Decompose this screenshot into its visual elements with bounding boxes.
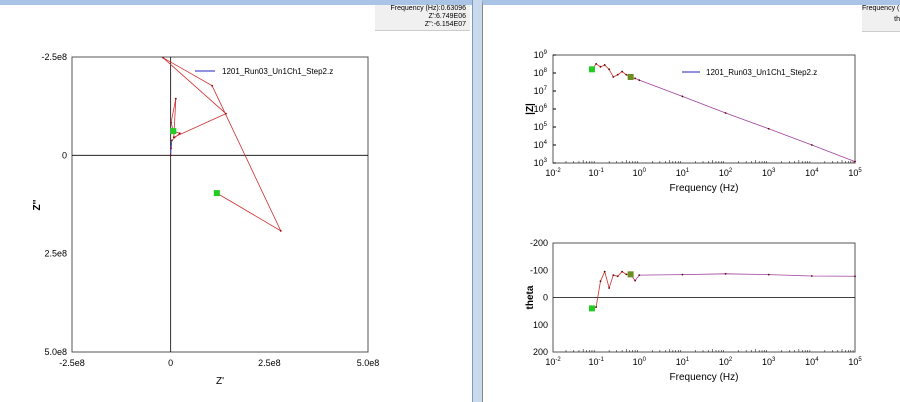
bode-magnitude-xtick-label: 103 (762, 168, 776, 178)
nyquist-point (169, 154, 172, 157)
bode-magnitude-xtick-label: 105 (848, 168, 862, 178)
bode-magnitude-ytick-label: 105 (534, 122, 548, 132)
bode-magnitude-point (767, 127, 770, 130)
bode-phase-ytick-label: 200 (533, 347, 548, 357)
bode-phase-xlabel: Frequency (Hz) (670, 372, 739, 383)
bode-phase-xtick-label: 105 (848, 357, 862, 367)
nyquist-ytick-label: 5.0e8 (44, 347, 67, 357)
bode-magnitude-point (603, 64, 606, 66)
bode-phase-point (681, 273, 684, 276)
bode-phase-ytick-label: 0 (543, 293, 548, 303)
nyquist-xtick-label: 5.0e8 (357, 358, 380, 368)
bode-magnitude-point (810, 144, 813, 146)
nyquist-point (211, 84, 214, 87)
nyquist-point (162, 56, 165, 59)
bode-magnitude-ytick-label: 108 (534, 68, 548, 78)
bode-magnitude-point (638, 79, 641, 82)
nyquist-xlabel: Z' (216, 376, 224, 387)
bode-phase-point (634, 279, 637, 282)
bode-phase-point (621, 270, 624, 273)
bode-phase-ytick-label: 100 (533, 320, 548, 330)
bode-phase-point (854, 275, 856, 278)
nyquist-point (172, 136, 175, 139)
nyquist-cursor-marker (170, 128, 177, 135)
nyquist-point (279, 229, 282, 232)
bode-magnitude-point (854, 160, 856, 163)
nyquist-xtick-label: 0 (168, 358, 173, 368)
bode-magnitude-ytick-label: 107 (534, 86, 548, 96)
nyquist-xtick-label: 2.5e8 (258, 358, 281, 368)
bode-magnitude-ytick-label: 103 (534, 158, 548, 168)
nyquist-ytick-label: -2.5e8 (41, 52, 67, 62)
nyquist-point (225, 112, 227, 115)
bode-phase-ytick-label: -100 (530, 265, 548, 275)
bode-magnitude-xlabel: Frequency (Hz) (670, 183, 739, 194)
bode-magnitude-xtick-label: 101 (676, 168, 690, 178)
bode-phase-point (625, 273, 628, 276)
bode-phase-point (599, 280, 602, 283)
bode-magnitude-point (608, 68, 611, 71)
bode-phase-point (595, 306, 598, 308)
bode-magnitude-point (612, 76, 615, 78)
bode-phase-ylabel: theta (525, 285, 536, 309)
plots: -2.5e8 -2.5e8 0 0 2.5e8 2.5e8 5.0e8 5.0e8 Z' Z'' 1… (32, 50, 862, 387)
nyquist-point (178, 132, 181, 135)
bode-magnitude-point (599, 65, 602, 68)
bode-phase-point (612, 274, 615, 277)
bode-magnitude-ytick-label: 104 (534, 140, 548, 150)
bode-magnitude-point (625, 73, 628, 76)
nyquist-point (170, 139, 173, 142)
nyquist-point (170, 121, 172, 124)
bode-phase-xtick-label: 100 (633, 357, 647, 367)
bode-magnitude-ylabel: |Z| (525, 103, 536, 115)
bode-magnitude-xtick-label: 102 (719, 168, 733, 178)
bode-magnitude-point (681, 95, 684, 98)
bode-magnitude-trace-hf (634, 78, 856, 162)
bode-magnitude-point (634, 77, 637, 80)
bode-magnitude-xtick-label: 104 (805, 168, 819, 178)
bode-phase-point (638, 274, 641, 277)
bode-phase-xtick-label: 103 (762, 357, 776, 367)
bode-phase-xtick-label: 101 (676, 357, 690, 367)
nyquist-xtick-label: -2.5e8 (59, 358, 85, 368)
nyquist-start-marker (213, 190, 220, 197)
bode-phase-point (603, 270, 606, 273)
bode-magnitude-point (595, 63, 598, 65)
bode-phase-xtick-label: 10-1 (588, 357, 604, 367)
nyquist-ytick-label: 2.5e8 (44, 249, 67, 259)
bode-magnitude-xtick-label: 10-2 (545, 168, 561, 178)
bode-phase-point (616, 275, 619, 278)
bode-magnitude-point (616, 73, 619, 76)
nyquist-trace (162, 57, 282, 232)
bode-phase-point (724, 272, 727, 275)
bode-phase-point (608, 287, 611, 289)
bode-phase-xtick-label: 104 (805, 357, 819, 367)
bode-magnitude-point (724, 112, 727, 114)
bode-magnitude-point (621, 70, 624, 73)
bode-magnitude-ytick-label: 109 (534, 50, 548, 60)
bode-magnitude-xtick-label: 10-1 (588, 168, 604, 178)
bode-phase-cursor-marker (627, 271, 634, 278)
nyquist-plot-frame (71, 56, 369, 353)
bode-phase-trace-hf (634, 273, 856, 281)
bode-magnitude-xtick-label: 100 (633, 168, 647, 178)
bode-phase-xtick-label: 102 (719, 357, 733, 367)
nyquist-point (170, 147, 172, 150)
bode-magnitude-legend: 1201_Run03_Un1Ch1_Step2.z (706, 68, 817, 77)
bode-magnitude-cursor-marker (627, 73, 634, 80)
bode-phase-ytick-label: -200 (530, 238, 548, 248)
bode-phase-xtick-label: 10-2 (545, 357, 561, 367)
nyquist-ytick-label: 0 (62, 150, 67, 160)
nyquist-ylabel: Z'' (32, 200, 43, 211)
nyquist-legend: 1201_Run03_Un1Ch1_Step2.z (222, 67, 333, 76)
bode-magnitude-start-marker (588, 66, 595, 73)
bode-phase-point (810, 275, 813, 277)
nyquist-point (174, 97, 177, 100)
bode-phase-point (767, 273, 770, 276)
bode-phase-start-marker (588, 305, 595, 312)
